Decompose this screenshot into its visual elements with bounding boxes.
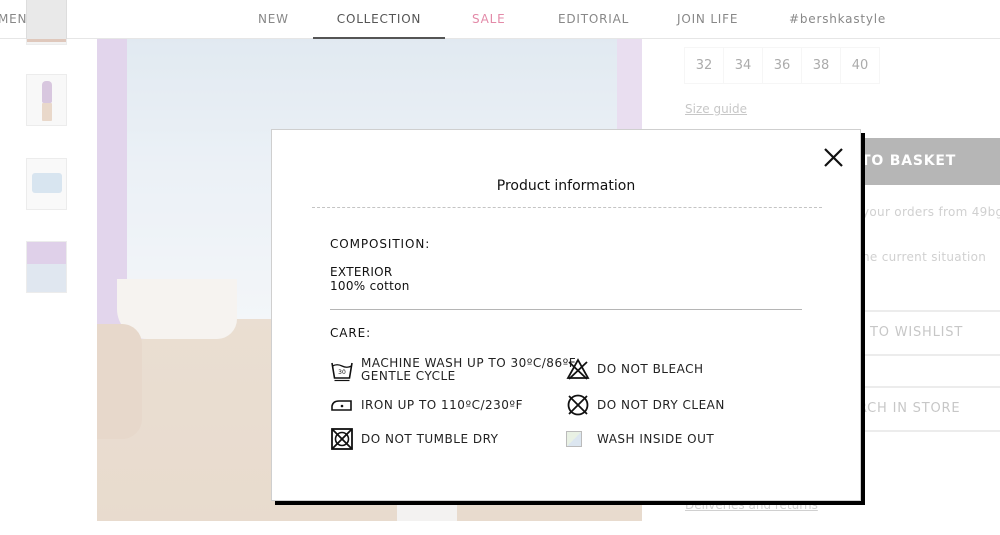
composition-part: EXTERIOR	[330, 265, 393, 279]
care-item: DO NOT DRY CLEAN	[566, 393, 725, 417]
no-dry-clean-icon	[566, 393, 590, 417]
wash-inside-out-icon	[566, 427, 590, 451]
care-item: DO NOT BLEACH	[566, 357, 703, 381]
nav-item-hashtag[interactable]: #bershkastyle	[789, 0, 886, 39]
divider	[312, 207, 822, 208]
divider	[330, 309, 802, 310]
iron-110-icon	[330, 393, 354, 417]
care-label: CARE:	[330, 326, 372, 340]
machine-wash-30-icon: 30	[330, 358, 354, 382]
nav-item-join-life[interactable]: JOIN LIFE	[677, 0, 738, 39]
care-item: 30 MACHINE WASH UP TO 30ºC/86ºF GENTLE C…	[330, 357, 576, 383]
care-item-text: DO NOT DRY CLEAN	[597, 397, 725, 412]
close-icon[interactable]	[820, 144, 848, 172]
nav-item-sale[interactable]: SALE	[472, 0, 506, 39]
care-item-text: IRON UP TO 110ºC/230ºF	[361, 397, 523, 412]
nav-item-men[interactable]: MEN	[0, 0, 27, 39]
care-item-text: DO NOT TUMBLE DRY	[361, 431, 499, 446]
care-item: IRON UP TO 110ºC/230ºF	[330, 393, 523, 417]
care-item-text: DO NOT BLEACH	[597, 361, 704, 376]
no-bleach-icon	[566, 357, 590, 381]
care-item: DO NOT TUMBLE DRY	[330, 427, 499, 451]
no-tumble-dry-icon	[330, 427, 354, 451]
nav-item-collection[interactable]: COLLECTION	[313, 0, 445, 39]
nav-item-editorial[interactable]: EDITORIAL	[558, 0, 629, 39]
modal-title: Product information	[496, 178, 636, 194]
broken-image-icon	[566, 431, 582, 447]
care-item-text: MACHINE WASH UP TO 30ºC/86ºF GENTLE CYCL…	[361, 357, 576, 383]
care-item-text: WASH INSIDE OUT	[597, 431, 715, 446]
composition-value: 100% cotton	[330, 279, 410, 293]
top-navigation: MEN NEW COLLECTION SALE EDITORIAL JOIN L…	[0, 0, 1000, 39]
care-item: WASH INSIDE OUT	[566, 427, 714, 451]
svg-text:30: 30	[338, 369, 346, 376]
product-information-modal: Product information COMPOSITION: EXTERIO…	[271, 129, 861, 501]
composition-details: EXTERIOR 100% cotton	[330, 265, 410, 293]
nav-item-new[interactable]: NEW	[258, 0, 289, 39]
composition-label: COMPOSITION:	[330, 237, 431, 251]
care-item-line: GENTLE CYCLE	[361, 369, 456, 383]
